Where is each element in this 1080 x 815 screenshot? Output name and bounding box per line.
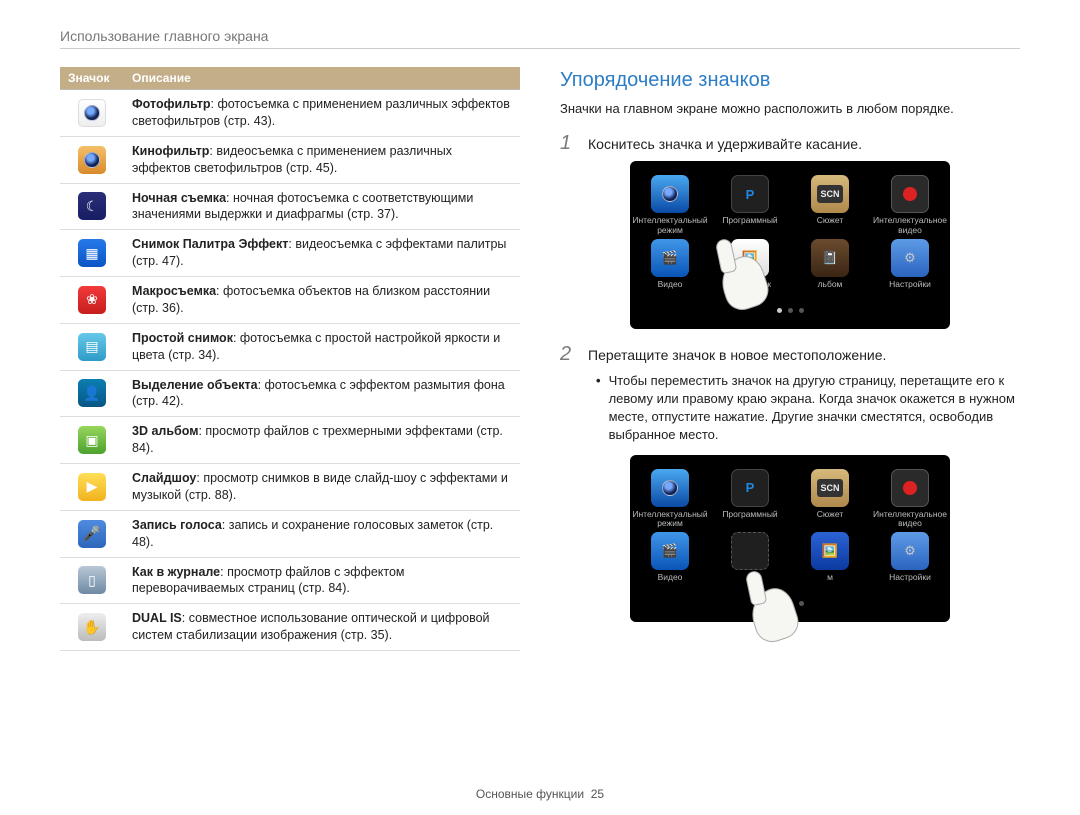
grid-item-smart-video: Интеллектуальное видео (880, 469, 940, 529)
grid-item-album: 📓 льбом (800, 239, 860, 298)
grid-item-smart-video: Интеллектуальное видео (880, 175, 940, 235)
slideshow-icon: ▶ (78, 473, 106, 501)
row-desc: Макросъемка: фотосъемка объектов на близ… (124, 277, 520, 324)
row-desc: Запись голоса: запись и сохранение голос… (124, 510, 520, 557)
icon-table: Значок Описание Фотофильтр: фотосъемка с… (60, 67, 520, 651)
step-text: Коснитесь значка и удерживайте касание. (588, 136, 862, 152)
grid-item-placeholder (720, 532, 780, 591)
row-desc: Слайдшоу: просмотр снимков в виде слайд-… (124, 464, 520, 511)
device-panel-2: Интеллектуальный режим P Программный SCN… (630, 455, 950, 623)
dual-is-icon: ✋ (78, 613, 106, 641)
step-number: 2 (560, 343, 576, 366)
col-header-desc: Описание (124, 67, 520, 90)
voice-record-icon: 🎤 (78, 520, 106, 548)
device-panel-1: Интеллектуальный режим P Программный SCN… (630, 161, 950, 329)
page-header-title: Использование главного экрана (60, 28, 1020, 44)
footer-page: 25 (591, 787, 604, 801)
photofilter-icon (78, 99, 106, 127)
macro-icon: ❀ (78, 286, 106, 314)
table-row: ▦ Снимок Палитра Эффект: видеосъемка с э… (60, 230, 520, 277)
grid-item-scene: SCN Сюжет (800, 175, 860, 235)
header-rule (60, 48, 1020, 49)
row-desc: Снимок Палитра Эффект: видеосъемка с эфф… (124, 230, 520, 277)
table-row: ▣ 3D альбом: просмотр файлов с трехмерны… (60, 417, 520, 464)
grid-item-scene: SCN Сюжет (800, 469, 860, 529)
table-row: Кинофильтр: видеосъемка с применением ра… (60, 136, 520, 183)
night-icon: ☾ (78, 192, 106, 220)
table-row: ▶ Слайдшоу: просмотр снимков в виде слай… (60, 464, 520, 511)
easy-shot-icon: ▤ (78, 333, 106, 361)
row-desc: Как в журнале: просмотр файлов с эффекто… (124, 557, 520, 604)
grid-item-program: P Программный (720, 175, 780, 235)
row-desc: Кинофильтр: видеосъемка с применением ра… (124, 136, 520, 183)
table-row: ▤ Простой снимок: фотосъемка с простой н… (60, 323, 520, 370)
section-title: Упорядочение значков (560, 69, 1020, 92)
pager-dots (777, 601, 804, 606)
grid-item-editor: 🖼️ Фоторедак (720, 239, 780, 298)
row-desc: Простой снимок: фотосъемка с простой нас… (124, 323, 520, 370)
icon-description-section: Значок Описание Фотофильтр: фотосъемка с… (60, 67, 520, 651)
section-intro: Значки на главном экране можно расположи… (560, 100, 1020, 118)
grid-item-video: 🎬 Видео (640, 532, 700, 591)
row-desc: 3D альбом: просмотр файлов с трехмерными… (124, 417, 520, 464)
col-header-icon: Значок (60, 67, 124, 90)
table-row: ▯ Как в журнале: просмотр файлов с эффек… (60, 557, 520, 604)
grid-item-smart: Интеллектуальный режим (640, 175, 700, 235)
row-desc: Ночная съемка: ночная фотосъемка с соотв… (124, 183, 520, 230)
step-2: 2 Перетащите значок в новое местоположен… (560, 343, 1020, 366)
table-row: 🎤 Запись голоса: запись и сохранение гол… (60, 510, 520, 557)
grid-item-settings: ⚙ Настройки (880, 532, 940, 591)
moviefilter-icon (78, 146, 106, 174)
step-number: 1 (560, 132, 576, 155)
3d-album-icon: ▣ (78, 426, 106, 454)
grid-item-dragging-editor: 🖼️ м (800, 532, 860, 591)
arrange-icons-section: Упорядочение значков Значки на главном э… (560, 67, 1020, 651)
grid-item-program: P Программный (720, 469, 780, 529)
palette-icon: ▦ (78, 239, 106, 267)
grid-item-video: 🎬 Видео (640, 239, 700, 298)
table-row: ✋ DUAL IS: совместное использование опти… (60, 604, 520, 651)
step-2-bullet: • Чтобы переместить значок на другую стр… (596, 372, 1020, 445)
pager-dots (777, 308, 804, 313)
grid-item-smart: Интеллектуальный режим (640, 469, 700, 529)
grid-item-settings: ⚙ Настройки (880, 239, 940, 298)
table-row: ☾ Ночная съемка: ночная фотосъемка с соо… (60, 183, 520, 230)
step-1: 1 Коснитесь значка и удерживайте касание… (560, 132, 1020, 155)
magazine-icon: ▯ (78, 566, 106, 594)
step-text: Перетащите значок в новое местоположение… (588, 347, 886, 363)
row-desc: DUAL IS: совместное использование оптиче… (124, 604, 520, 651)
table-row: 👤 Выделение объекта: фотосъемка с эффект… (60, 370, 520, 417)
table-row: Фотофильтр: фотосъемка с применением раз… (60, 90, 520, 137)
footer-label: Основные функции (476, 787, 584, 801)
row-desc: Фотофильтр: фотосъемка с применением раз… (124, 90, 520, 137)
row-desc: Выделение объекта: фотосъемка с эффектом… (124, 370, 520, 417)
footer: Основные функции 25 (0, 787, 1080, 801)
highlight-icon: 👤 (78, 379, 106, 407)
table-row: ❀ Макросъемка: фотосъемка объектов на бл… (60, 277, 520, 324)
